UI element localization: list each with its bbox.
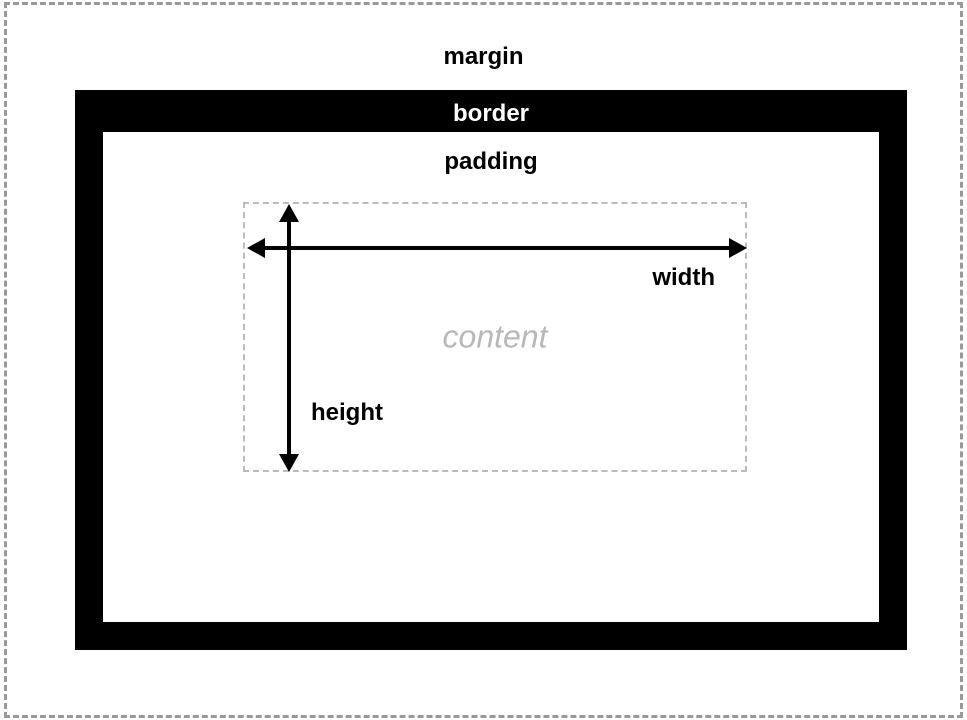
width-arrow	[251, 246, 743, 250]
height-label: height	[311, 399, 383, 427]
width-label: width	[652, 264, 715, 292]
margin-box: margin border padding content width	[4, 2, 963, 718]
width-arrow-line	[261, 246, 733, 250]
padding-box: padding content width height	[103, 132, 879, 622]
height-arrow	[287, 208, 291, 468]
padding-label: padding	[444, 148, 537, 176]
border-label: border	[453, 100, 529, 128]
border-box: border padding content width	[75, 90, 907, 650]
arrow-down-icon	[279, 454, 299, 472]
content-label: content	[443, 319, 548, 356]
content-box: content width height	[243, 202, 747, 472]
margin-label: margin	[443, 43, 523, 71]
arrow-right-icon	[729, 238, 747, 258]
height-arrow-line	[287, 218, 291, 458]
